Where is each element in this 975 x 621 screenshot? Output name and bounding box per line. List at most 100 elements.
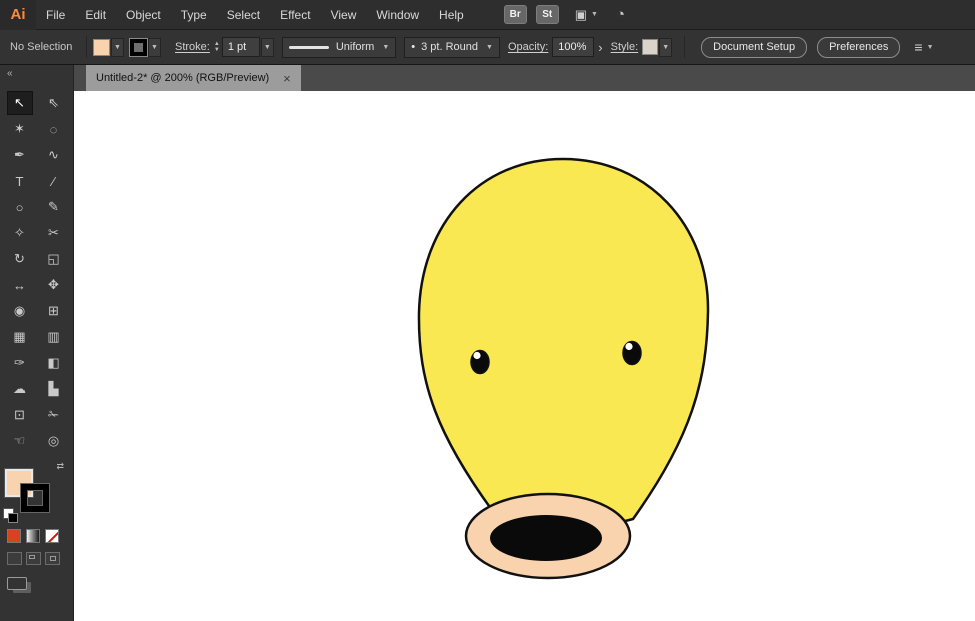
screen-mode-button[interactable] [7, 577, 27, 590]
brush-dot-icon: • [411, 41, 415, 53]
chevron-right-icon[interactable]: › [598, 40, 602, 55]
stroke-weight-input[interactable] [222, 37, 260, 57]
scissors-tool[interactable]: ✂ [41, 221, 67, 245]
hand-tool[interactable]: ☜ [7, 429, 33, 453]
chevron-down-icon[interactable]: ▼ [927, 44, 934, 51]
chevron-down-icon[interactable]: ▼ [659, 38, 672, 57]
draw-inside-button[interactable] [45, 552, 60, 565]
line-segment-tool[interactable]: ∕ [41, 169, 67, 193]
chevron-down-icon[interactable]: ▼ [591, 11, 598, 18]
stroke-weight-field: ▼ [222, 37, 274, 57]
free-transform-tool[interactable]: ✥ [41, 273, 67, 297]
symbol-sprayer-tool[interactable]: ☁ [7, 377, 33, 401]
character-head-shape[interactable] [419, 159, 708, 529]
draw-mode-buttons [0, 552, 73, 565]
magic-wand-tool[interactable]: ✶ [7, 117, 33, 141]
stroke-weight-stepper[interactable]: ▲ ▼ [214, 41, 220, 53]
zoom-tool-icon: ◎ [48, 433, 59, 449]
blend-tool-icon: ◧ [47, 355, 59, 371]
width-tool-icon: ↔ [13, 278, 26, 293]
fill-color-swatch[interactable] [93, 39, 110, 56]
perspective-grid-tool-icon: ⊞ [48, 303, 59, 319]
menu-effect[interactable]: Effect [270, 0, 320, 30]
brush-dropdown[interactable]: • 3 pt. Round ▼ [404, 37, 500, 58]
blend-tool[interactable]: ◧ [41, 351, 67, 375]
lasso-tool[interactable]: ◌ [41, 117, 67, 141]
stroke-color-swatch[interactable] [130, 39, 147, 56]
curvature-tool[interactable]: ∿ [41, 143, 67, 167]
pen-tool[interactable]: ✒ [7, 143, 33, 167]
free-transform-tool-icon: ✥ [48, 277, 59, 293]
menu-file[interactable]: File [36, 0, 75, 30]
stroke-swatch[interactable] [21, 484, 49, 512]
selection-tool[interactable]: ↖ [7, 91, 33, 115]
opacity-label[interactable]: Opacity: [508, 41, 548, 53]
column-graph-tool[interactable]: ▙ [41, 377, 67, 401]
artboard-tool[interactable]: ⊡ [7, 403, 33, 427]
character-group [419, 159, 708, 578]
chevron-down-icon[interactable]: ▼ [111, 38, 124, 57]
gradient-tool[interactable]: ▥ [41, 325, 67, 349]
eyedropper-tool[interactable]: ✑ [7, 351, 33, 375]
preferences-button[interactable]: Preferences [817, 37, 900, 58]
hand-tool-icon: ☜ [14, 433, 26, 449]
type-tool[interactable]: T [7, 169, 33, 193]
shape-builder-tool-icon: ◉ [14, 303, 25, 319]
stroke-label[interactable]: Stroke: [175, 41, 210, 53]
character-right-eye-highlight [625, 343, 632, 350]
collapse-panel-icon[interactable]: « [0, 65, 73, 85]
brush-value: 3 pt. Round [421, 41, 478, 53]
draw-behind-button[interactable] [26, 552, 41, 565]
scale-tool[interactable]: ◱ [41, 247, 67, 271]
document-tab[interactable]: Untitled-2* @ 200% (RGB/Preview) × [86, 65, 301, 91]
slice-tool-icon: ✁ [48, 407, 59, 423]
character-mouth-shape[interactable] [490, 515, 602, 561]
shaper-tool[interactable]: ✧ [7, 221, 33, 245]
menu-edit[interactable]: Edit [75, 0, 116, 30]
style-label[interactable]: Style: [611, 41, 639, 53]
mesh-tool[interactable]: ▦ [7, 325, 33, 349]
menu-help[interactable]: Help [429, 0, 474, 30]
performance-gauge-icon[interactable]: ◔ [616, 6, 625, 23]
swap-colors-icon[interactable]: ⇄ [56, 461, 64, 472]
stroke-color-dropdown[interactable]: ▼ [130, 38, 161, 57]
rotate-tool[interactable]: ↻ [7, 247, 33, 271]
align-icon[interactable]: ≡ [914, 39, 922, 55]
direct-selection-tool[interactable]: ⇖ [41, 91, 67, 115]
color-button[interactable] [7, 529, 21, 543]
selection-status: No Selection [10, 41, 80, 53]
workspace-icon[interactable]: ▣ [575, 7, 587, 23]
artwork-canvas[interactable] [74, 91, 975, 621]
stock-button[interactable]: St [536, 5, 559, 24]
style-swatch[interactable] [642, 39, 658, 55]
document-setup-button[interactable]: Document Setup [701, 37, 807, 58]
zoom-tool[interactable]: ◎ [41, 429, 67, 453]
close-icon[interactable]: × [283, 72, 291, 85]
menu-object[interactable]: Object [116, 0, 171, 30]
menu-type[interactable]: Type [171, 0, 217, 30]
menu-view[interactable]: View [321, 0, 367, 30]
bridge-button[interactable]: Br [504, 5, 527, 24]
stroke-profile-dropdown[interactable]: Uniform ▼ [282, 37, 396, 58]
draw-normal-button[interactable] [7, 552, 22, 565]
chevron-down-icon[interactable]: ▼ [148, 38, 161, 57]
width-tool[interactable]: ↔ [7, 273, 33, 297]
paintbrush-tool[interactable]: ✎ [41, 195, 67, 219]
style-dropdown[interactable]: ▼ [642, 38, 672, 57]
menu-window[interactable]: Window [366, 0, 429, 30]
artboard[interactable] [74, 91, 975, 621]
rotate-tool-icon: ↻ [14, 251, 25, 267]
ellipse-tool[interactable]: ○ [7, 195, 33, 219]
gradient-button[interactable] [26, 529, 40, 543]
menu-select[interactable]: Select [217, 0, 270, 30]
perspective-grid-tool[interactable]: ⊞ [41, 299, 67, 323]
default-colors-icon[interactable] [3, 508, 14, 519]
fill-color-dropdown[interactable]: ▼ [93, 38, 124, 57]
divider [684, 36, 685, 58]
stepper-down-icon[interactable]: ▼ [214, 47, 220, 53]
chevron-down-icon[interactable]: ▼ [261, 38, 274, 57]
shape-builder-tool[interactable]: ◉ [7, 299, 33, 323]
opacity-input[interactable] [552, 37, 594, 57]
slice-tool[interactable]: ✁ [41, 403, 67, 427]
none-button[interactable] [45, 529, 59, 543]
